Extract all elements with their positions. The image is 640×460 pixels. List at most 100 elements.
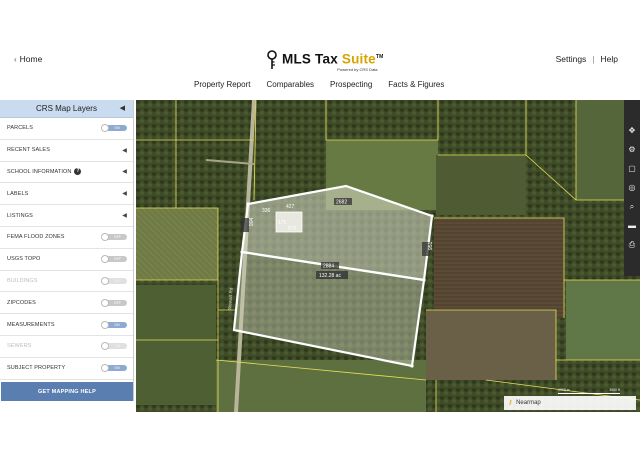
sidebar-header[interactable]: CRS Map Layers ◀ <box>0 100 133 118</box>
target-icon[interactable]: ◎ <box>627 183 637 193</box>
select-box-icon[interactable]: ▢ <box>627 164 637 174</box>
logo[interactable]: MLS Tax SuiteTM Powered by CRS Data <box>266 50 384 74</box>
separator: | <box>592 54 595 64</box>
measure-top: 2682 <box>336 200 347 206</box>
field-east-green <box>566 280 640 360</box>
key-icon: ⚷ <box>508 400 513 406</box>
measure-inner-c: 570 <box>288 226 297 232</box>
layer-buildings: BUILDINGS OFF <box>0 271 133 293</box>
layer-label: SCHOOL INFORMATION <box>7 168 72 175</box>
layer-recent-sales[interactable]: RECENT SALES ◀ <box>0 140 133 162</box>
vertex[interactable] <box>240 250 244 254</box>
layer-toggle[interactable]: ON <box>102 365 127 372</box>
home-label: Home <box>19 54 43 64</box>
layer-school-information[interactable]: SCHOOL INFORMATION ? ◀ <box>0 162 133 184</box>
layer-label: FEMA FLOOD ZONES <box>7 234 65 241</box>
layers-icon[interactable]: ▬ <box>627 221 637 231</box>
gear-icon[interactable]: ⚙ <box>627 145 637 155</box>
layer-subject-property[interactable]: SUBJECT PROPERTY ON <box>0 358 133 380</box>
layer-label: LABELS <box>7 190 29 197</box>
field-ne <box>436 155 526 215</box>
layer-measurements[interactable]: MEASUREMENTS ON <box>0 314 133 336</box>
logo-title-main: MLS Tax <box>282 51 338 67</box>
field-west <box>136 285 216 405</box>
measure-inner-a: 336 <box>262 208 271 214</box>
layer-label: SEWERS <box>7 343 32 350</box>
layer-label: BUILDINGS <box>7 277 38 284</box>
collapse-arrow-icon[interactable]: ◀ <box>120 104 125 112</box>
print-icon[interactable]: ⎙ <box>627 240 637 250</box>
help-link[interactable]: Help <box>601 54 618 64</box>
scale-label-m: 1000 m <box>558 388 570 392</box>
layer-sewers: SEWERS ON <box>0 336 133 358</box>
layer-label: ZIPCODES <box>7 299 36 306</box>
main-nav: Property Report Comparables Prospecting … <box>194 80 460 89</box>
field-se <box>426 310 556 380</box>
map-canvas[interactable]: 2682 951 904 2884 132.28 ac 336 427 570 … <box>136 100 640 412</box>
field-nw <box>136 208 218 280</box>
search-icon[interactable]: ⌕ <box>627 202 637 212</box>
expand-arrow-icon[interactable]: ◀ <box>122 190 127 197</box>
logo-subtitle: Powered by CRS Data <box>337 66 378 72</box>
nav-comparables[interactable]: Comparables <box>266 80 314 89</box>
chevron-left-icon: ‹ <box>14 54 17 64</box>
label-bg-left <box>241 218 249 232</box>
nav-property-report[interactable]: Property Report <box>194 80 250 89</box>
plowed-east <box>434 218 564 318</box>
layer-toggle: ON <box>102 343 127 350</box>
expand-arrow-icon[interactable]: ◀ <box>122 147 127 154</box>
logo-title: MLS Tax SuiteTM <box>282 50 384 67</box>
aerial-map[interactable]: 2682 951 904 2884 132.28 ac 336 427 570 … <box>136 100 640 412</box>
nav-prospecting[interactable]: Prospecting <box>330 80 372 89</box>
layer-toggle[interactable]: OFF <box>102 256 127 263</box>
nav-facts-figures[interactable]: Facts & Figures <box>388 80 444 89</box>
layer-label: MEASUREMENTS <box>7 321 55 328</box>
layer-labels[interactable]: LABELS ◀ <box>0 183 133 206</box>
map-toolbar: ✥ ⚙ ▢ ◎ ⌕ ▬ ⎙ <box>624 100 640 276</box>
measure-left: 904 <box>249 217 255 226</box>
vertex[interactable] <box>246 202 250 206</box>
measure-right: 951 <box>428 241 434 250</box>
vertex[interactable] <box>422 278 426 282</box>
layer-toggle[interactable]: ON <box>102 125 127 132</box>
scale-label-ft: 3000 ft <box>609 388 620 392</box>
logo-title-suite: Suite <box>341 51 376 67</box>
measure-middle: 2884 <box>323 264 334 270</box>
vertex[interactable] <box>430 214 434 218</box>
layer-label: RECENT SALES <box>7 147 50 154</box>
layer-listings[interactable]: LISTINGS ◀ <box>0 205 133 227</box>
measure-inner-d: 171 <box>278 220 287 226</box>
settings-link[interactable]: Settings <box>556 54 587 64</box>
measure-inner-b: 427 <box>286 204 295 210</box>
map-scale: 1000 m 3000 ft <box>558 388 620 394</box>
map-layers-sidebar: CRS Map Layers ◀ PARCELS ON RECENT SALES… <box>0 100 134 401</box>
layer-fema-flood-zones[interactable]: FEMA FLOOD ZONES OFF <box>0 227 133 249</box>
map-attribution: ⚷ Nearmap <box>504 396 636 410</box>
sidebar-title: CRS Map Layers <box>36 104 97 113</box>
info-icon[interactable]: ? <box>74 168 82 176</box>
layer-toggle[interactable]: OFF <box>102 234 127 241</box>
layer-toggle[interactable]: OFF <box>102 299 127 306</box>
layer-label-wrap: SCHOOL INFORMATION ? <box>7 168 82 176</box>
top-right-links: Settings | Help <box>556 54 618 64</box>
layer-zipcodes[interactable]: ZIPCODES OFF <box>0 292 133 315</box>
vertex[interactable] <box>410 364 414 368</box>
layer-label: SUBJECT PROPERTY <box>7 365 66 372</box>
layer-label: USGS TOPO <box>7 256 41 263</box>
expand-arrow-icon[interactable]: ◀ <box>122 212 127 219</box>
layer-label: PARCELS <box>7 125 33 132</box>
layer-usgs-topo[interactable]: USGS TOPO OFF <box>0 249 133 271</box>
layer-label: LISTINGS <box>7 212 33 219</box>
top-bar: ‹ Home MLS Tax SuiteTM Powered by CRS Da… <box>0 0 640 96</box>
attribution-text: Nearmap <box>516 400 541 406</box>
layer-toggle[interactable]: ON <box>102 321 127 328</box>
layer-parcels[interactable]: PARCELS ON <box>0 118 133 140</box>
home-link[interactable]: ‹ Home <box>14 54 42 64</box>
location-pin-key-icon <box>267 50 277 69</box>
field-south <box>216 360 426 412</box>
measure-area: 132.28 ac <box>319 273 341 279</box>
compass-icon[interactable]: ✥ <box>627 126 637 136</box>
expand-arrow-icon[interactable]: ◀ <box>122 168 127 175</box>
logo-tm: TM <box>375 54 384 60</box>
get-mapping-help-button[interactable]: GET MAPPING HELP <box>1 382 133 401</box>
